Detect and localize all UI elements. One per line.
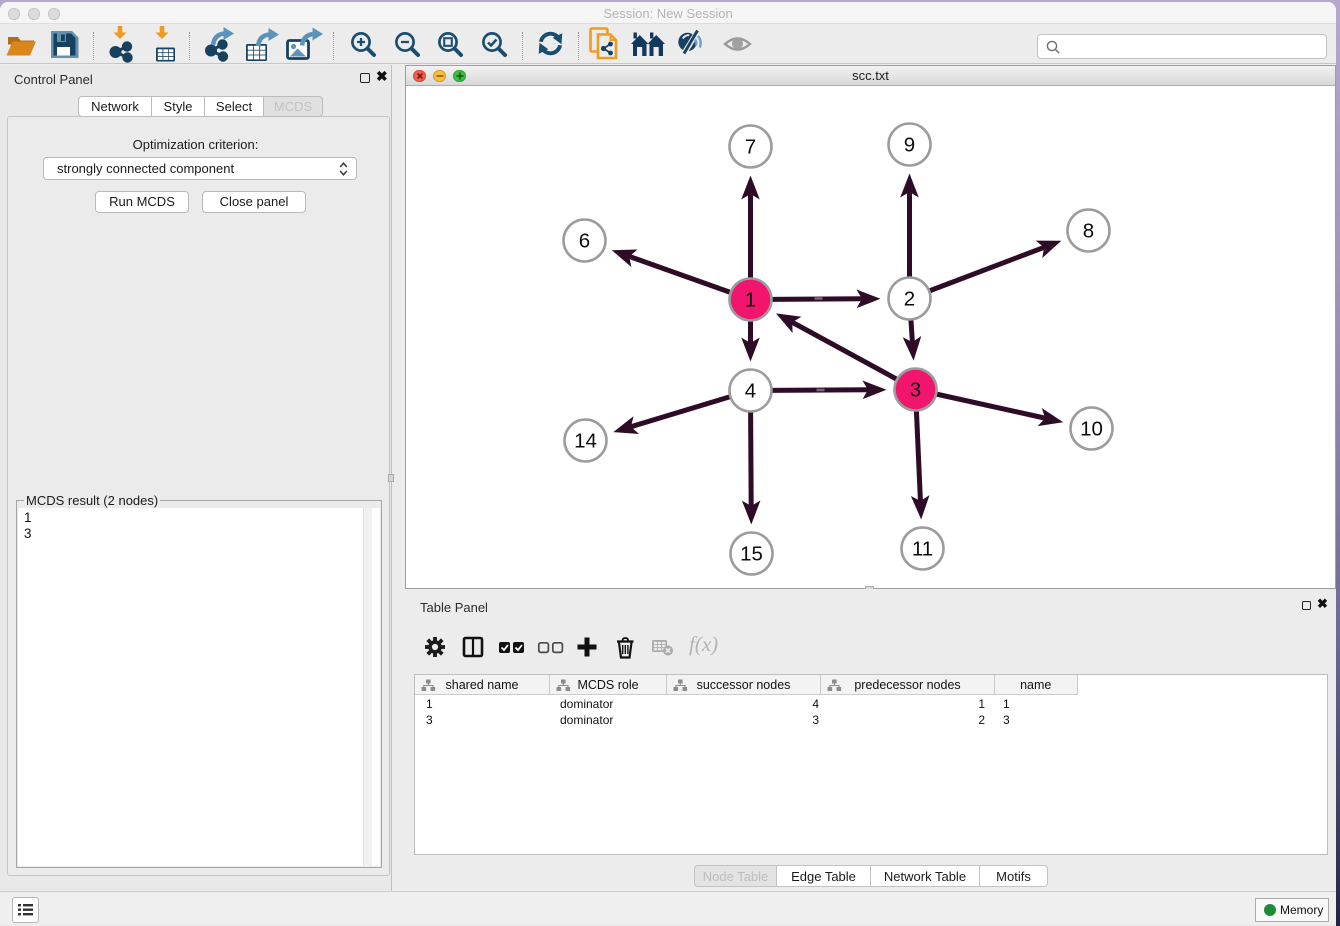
svg-text:6: 6 bbox=[579, 230, 590, 253]
svg-text:14: 14 bbox=[574, 430, 597, 453]
svg-text:3: 3 bbox=[910, 379, 921, 402]
svg-text:1: 1 bbox=[745, 289, 756, 312]
svg-text:9: 9 bbox=[904, 134, 915, 157]
svg-text:2: 2 bbox=[904, 288, 915, 311]
svg-text:10: 10 bbox=[1080, 418, 1103, 441]
svg-text:11: 11 bbox=[912, 538, 933, 561]
svg-text:7: 7 bbox=[745, 136, 756, 159]
svg-text:15: 15 bbox=[740, 543, 763, 566]
svg-text:8: 8 bbox=[1083, 220, 1094, 243]
svg-text:4: 4 bbox=[745, 380, 756, 403]
